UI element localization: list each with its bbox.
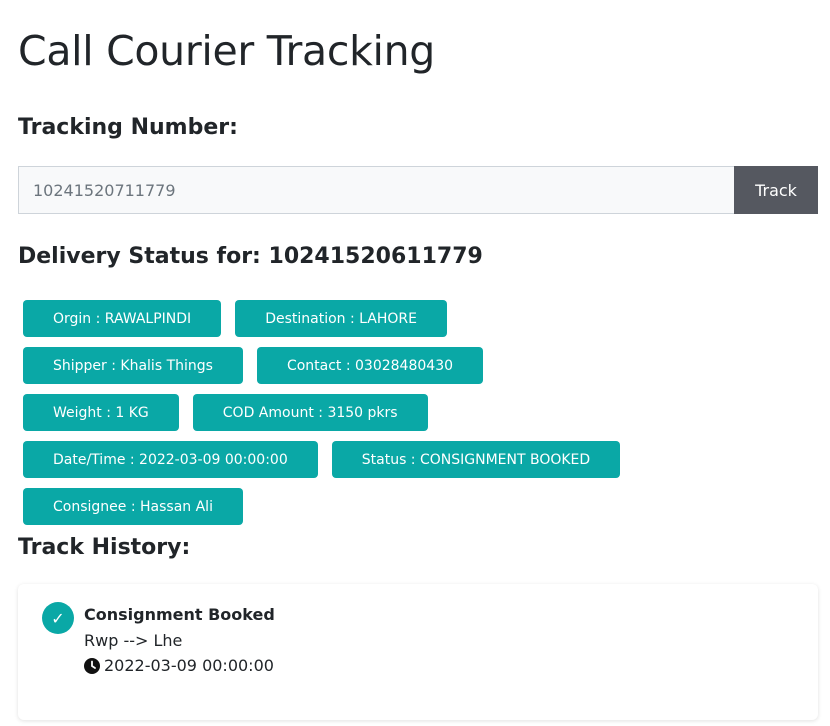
shipper-badge: Shipper : Khalis Things [23,347,243,384]
weight-badge: Weight : 1 KG [23,394,179,431]
event-datetime: 2022-03-09 00:00:00 [104,656,274,675]
contact-badge: Contact : 03028480430 [256,347,484,384]
delivery-status-heading: Delivery Status for: 10241520611779 [18,244,483,269]
event-time: 2022-03-09 00:00:00 [84,655,274,677]
badge-row: Shipper : Khalis Things Contact : 030284… [23,347,484,384]
track-history-heading: Track History: [18,535,191,560]
tracking-number-input[interactable] [18,166,734,214]
destination-badge: Destination : LAHORE [235,300,447,337]
status-badge: Status : CONSIGNMENT BOOKED [331,441,621,478]
history-card: ✓ Consignment Booked Rwp --> Lhe 2022-03… [18,584,818,720]
cod-amount-badge: COD Amount : 3150 pkrs [192,394,428,431]
datetime-badge: Date/Time : 2022-03-09 00:00:00 [23,441,318,478]
tracking-search-bar: Track [18,166,818,214]
consignee-badge: Consignee : Hassan Ali [23,488,243,525]
clock-icon [84,658,100,674]
event-route: Rwp --> Lhe [84,631,183,650]
page-title: Call Courier Tracking [18,27,436,75]
track-button[interactable]: Track [734,166,818,214]
origin-badge: Orgin : RAWALPINDI [23,300,222,337]
badge-row: Orgin : RAWALPINDI Destination : LAHORE [23,300,447,337]
check-icon: ✓ [42,602,74,634]
badge-row: Weight : 1 KG COD Amount : 3150 pkrs [23,394,428,431]
tracking-number-label: Tracking Number: [18,115,238,140]
badge-row: Consignee : Hassan Ali [23,488,243,525]
badge-row: Date/Time : 2022-03-09 00:00:00 Status :… [23,441,621,478]
event-title: Consignment Booked [84,605,275,624]
